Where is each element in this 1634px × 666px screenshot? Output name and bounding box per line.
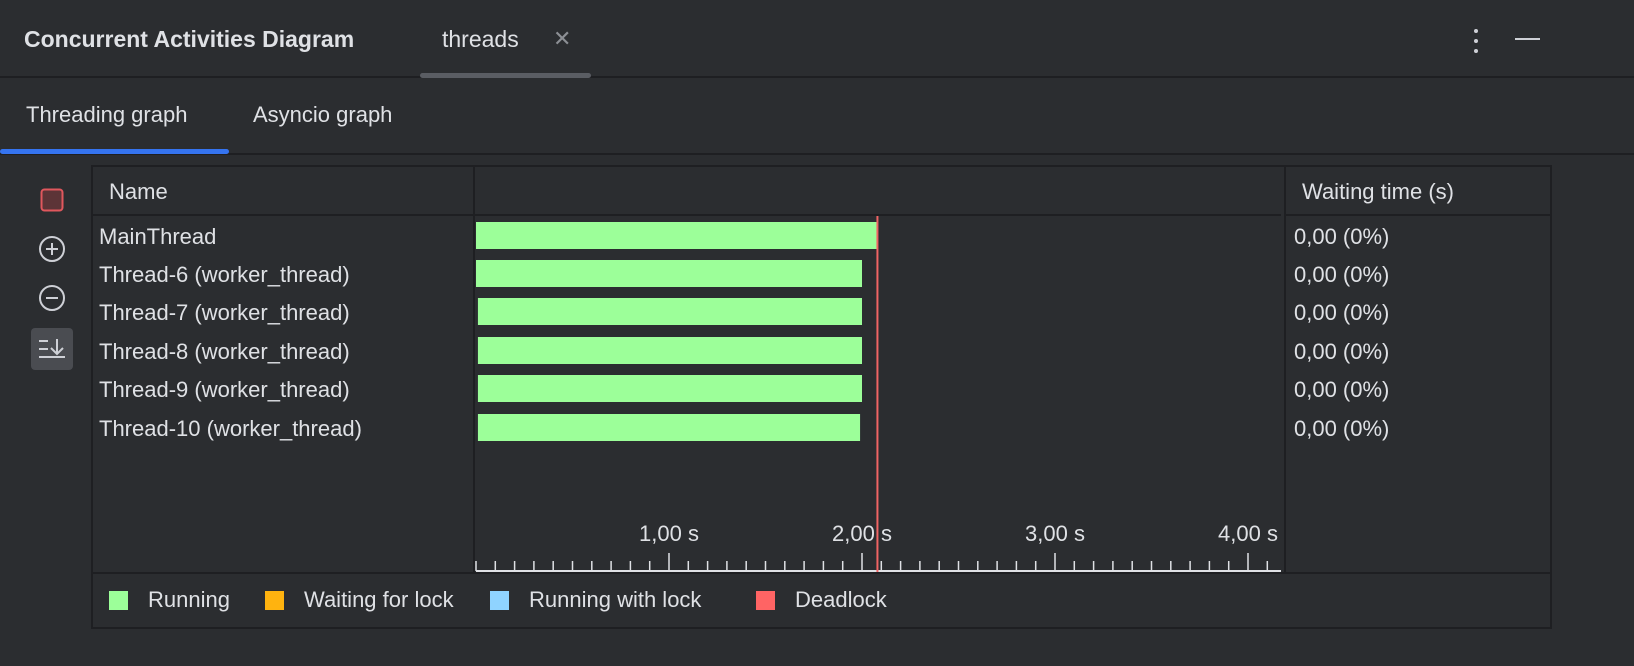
thread-bar [476, 260, 862, 287]
thread-bar [477, 414, 861, 441]
tab-threads[interactable]: threads ✕ [420, 0, 591, 78]
legend-item: Deadlock [756, 587, 887, 613]
tick-label: 2,00 s [832, 521, 892, 546]
legend-swatch [265, 590, 284, 610]
timeline-chart: 1,00 s 2,00 s 3,00 s 4,00 s [475, 216, 1281, 574]
thread-bar [477, 298, 862, 325]
legend-swatch [756, 590, 775, 610]
tool-window-title: Concurrent Activities Diagram [24, 26, 355, 52]
zoom-in-button[interactable] [31, 228, 73, 270]
thread-name[interactable]: Thread-7 (worker_thread) [99, 300, 350, 326]
legend-swatch [109, 590, 128, 610]
tab-threading-graph[interactable]: Threading graph [26, 102, 187, 128]
tab-asyncio-graph[interactable]: Asyncio graph [253, 102, 392, 128]
legend-label: Deadlock [795, 587, 887, 612]
thread-name[interactable]: Thread-8 (worker_thread) [99, 339, 350, 365]
column-header-timeline [475, 167, 1281, 216]
waiting-time-value: 0,00 (0%) [1294, 224, 1390, 249]
waiting-time-value: 0,00 (0%) [1294, 300, 1390, 325]
name-column: MainThread Thread-6 (worker_thread) Thread… [93, 216, 475, 574]
tick-label: 3,00 s [1025, 521, 1085, 546]
thread-name[interactable]: Thread-10 (worker_thread) [99, 416, 362, 442]
scroll-to-end-button[interactable] [31, 328, 73, 370]
thread-name[interactable]: Thread-9 (worker_thread) [99, 377, 350, 403]
threads-table: Name Waiting time (s) MainThread Thread-6… [91, 165, 1552, 629]
stop-button[interactable] [31, 179, 73, 221]
thread-bar [476, 222, 878, 249]
legend-swatch [490, 590, 509, 610]
stop-icon [40, 188, 64, 212]
legend-label: Waiting for lock [304, 587, 454, 612]
thread-name[interactable]: MainThread [99, 224, 216, 250]
thread-bar [477, 375, 862, 402]
close-icon[interactable]: ✕ [553, 26, 571, 52]
zoom-out-icon [39, 285, 65, 311]
waiting-time-value: 0,00 (0%) [1294, 339, 1390, 364]
scroll-to-end-icon [39, 339, 65, 358]
zoom-in-icon [39, 236, 65, 262]
thread-name[interactable]: Thread-6 (worker_thread) [99, 262, 350, 288]
legend-item: Waiting for lock [265, 587, 454, 613]
waiting-time-value: 0,00 (0%) [1294, 377, 1390, 402]
waiting-time-value: 0,00 (0%) [1294, 416, 1390, 441]
column-header-waiting-time[interactable]: Waiting time (s) [1284, 167, 1550, 216]
waiting-time-value: 0,00 (0%) [1294, 262, 1390, 287]
tab-label: threads [442, 26, 519, 52]
minimize-icon[interactable] [1515, 38, 1540, 40]
legend-label: Running with lock [529, 587, 702, 612]
column-header-name[interactable]: Name [93, 167, 475, 216]
legend-item: Running with lock [490, 587, 701, 613]
thread-bar [477, 337, 862, 364]
waiting-time-column: 0,00 (0%) 0,00 (0%) 0,00 (0%) 0,00 (0%) 0,00… [1284, 216, 1550, 574]
more-vertical-icon[interactable] [1466, 26, 1486, 54]
active-tab-indicator [0, 149, 229, 154]
graph-tabs: Threading graph Asyncio graph [0, 78, 1634, 155]
legend: Running Waiting for lock Running with lock… [93, 572, 1550, 627]
legend-item: Running [109, 587, 230, 613]
tick-label: 1,00 s [639, 521, 699, 546]
legend-label: Running [148, 587, 230, 612]
tool-window-header: Concurrent Activities Diagram threads ✕ [0, 0, 1634, 78]
tick-label: 4,00 s [1218, 521, 1278, 546]
zoom-out-button[interactable] [31, 277, 73, 319]
